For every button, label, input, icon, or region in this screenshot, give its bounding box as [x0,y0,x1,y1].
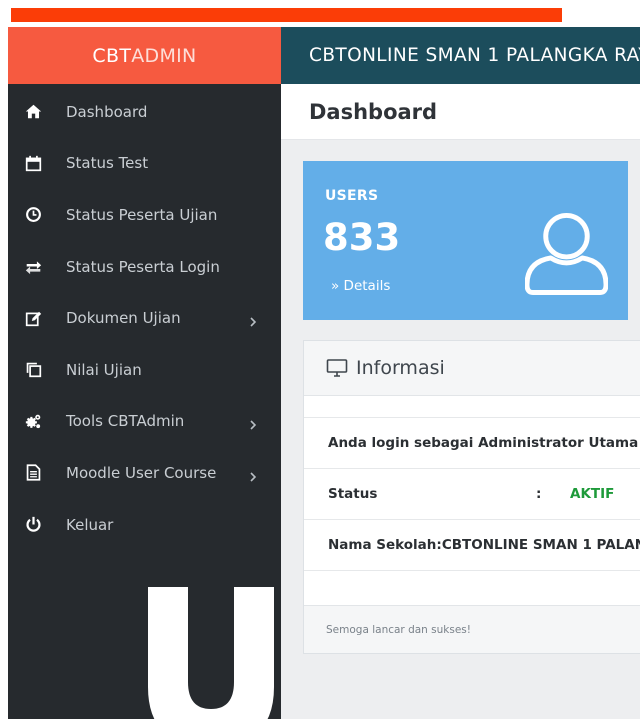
status-badge: AKTIF [570,486,615,502]
logo-light-text: ADMIN [131,44,197,67]
panel-footer: Semoga lancar dan sukses! [304,605,640,653]
row-separator: : [536,486,542,502]
chevron-right-icon [249,416,257,430]
school-name-value: CBTONLINE SMAN 1 PALANGKA RAYA [441,537,640,553]
sidebar-item-label: Moodle User Course [66,463,217,482]
power-icon [24,516,42,534]
row-key: Status [328,486,378,502]
sidebar-item-label: Status Test [66,154,149,173]
users-stat-card: USERS 833 » Details [303,161,628,320]
monitor-icon [326,359,348,377]
table-row: Status : AKTIF [304,469,640,520]
main-content: Dashboard USERS 833 » Details Informasi … [281,84,640,719]
sidebar-item-dashboard[interactable]: Dashboard [8,86,281,138]
clock-icon [24,206,42,224]
edit-icon [24,309,42,327]
sidebar-item-tools-cbtadmin[interactable]: Tools CBTAdmin [8,396,281,448]
sidebar-menu: Dashboard Status Test Status Peserta Uji… [8,84,281,550]
sidebar-item-status-test[interactable]: Status Test [8,138,281,190]
brand-logo[interactable]: CBT ADMIN [8,27,281,84]
page-header: Dashboard [281,84,640,140]
sidebar-item-label: Keluar [66,515,114,534]
details-link[interactable]: » Details [331,278,390,294]
sidebar-item-label: Dashboard [66,102,148,121]
gears-icon [24,412,42,430]
logo-bold-text: CBT [92,44,132,67]
table-row: Nama Sekolah : CBTONLINE SMAN 1 PALANGKA… [304,520,640,571]
copy-icon [24,361,42,379]
sidebar-item-label: Nilai Ujian [66,360,142,379]
info-table: Anda login sebagai Administrator Utama S… [304,417,640,571]
user-icon [525,212,608,295]
panel-title: Informasi [356,357,445,379]
home-icon [24,103,42,121]
sidebar: CBT ADMIN Dashboard Status Test Status Pe… [8,27,281,719]
sidebar-item-dokumen-ujian[interactable]: Dokumen Ujian [8,292,281,344]
sidebar-item-nilai-ujian[interactable]: Nilai Ujian [8,344,281,396]
sidebar-item-moodle-user-course[interactable]: Moodle User Course [8,447,281,499]
sidebar-item-label: Dokumen Ujian [66,309,181,328]
file-text-icon [24,464,42,482]
sidebar-item-label: Status Peserta Login [66,257,220,276]
sidebar-item-label: Status Peserta Ujian [66,205,218,224]
exchange-icon [24,258,42,276]
row-key: Nama Sekolah [328,537,437,553]
top-navbar: CBTONLINE SMAN 1 PALANGKA RAYA [281,27,640,84]
sidebar-item-status-peserta-login[interactable]: Status Peserta Login [8,241,281,293]
chevron-right-icon [249,468,257,482]
chevron-right-icon [249,313,257,327]
info-panel: Informasi Anda login sebagai Administrat… [303,340,640,654]
letter-u-icon [148,587,274,719]
loading-progress-bar [11,8,562,22]
sidebar-item-keluar[interactable]: Keluar [8,499,281,551]
sidebar-item-label: Tools CBTAdmin [66,412,185,431]
stat-label: USERS [325,188,379,204]
panel-header: Informasi [304,341,640,396]
sidebar-item-status-peserta-ujian[interactable]: Status Peserta Ujian [8,189,281,241]
school-title: CBTONLINE SMAN 1 PALANGKA RAYA [309,45,640,66]
page-title: Dashboard [309,99,438,124]
table-row: Anda login sebagai Administrator Utama [304,418,640,469]
stat-value: 833 [323,216,401,259]
footer-text: Semoga lancar dan sukses! [326,623,471,636]
calendar-icon [24,154,42,172]
login-info-text: Anda login sebagai Administrator Utama [328,435,639,451]
